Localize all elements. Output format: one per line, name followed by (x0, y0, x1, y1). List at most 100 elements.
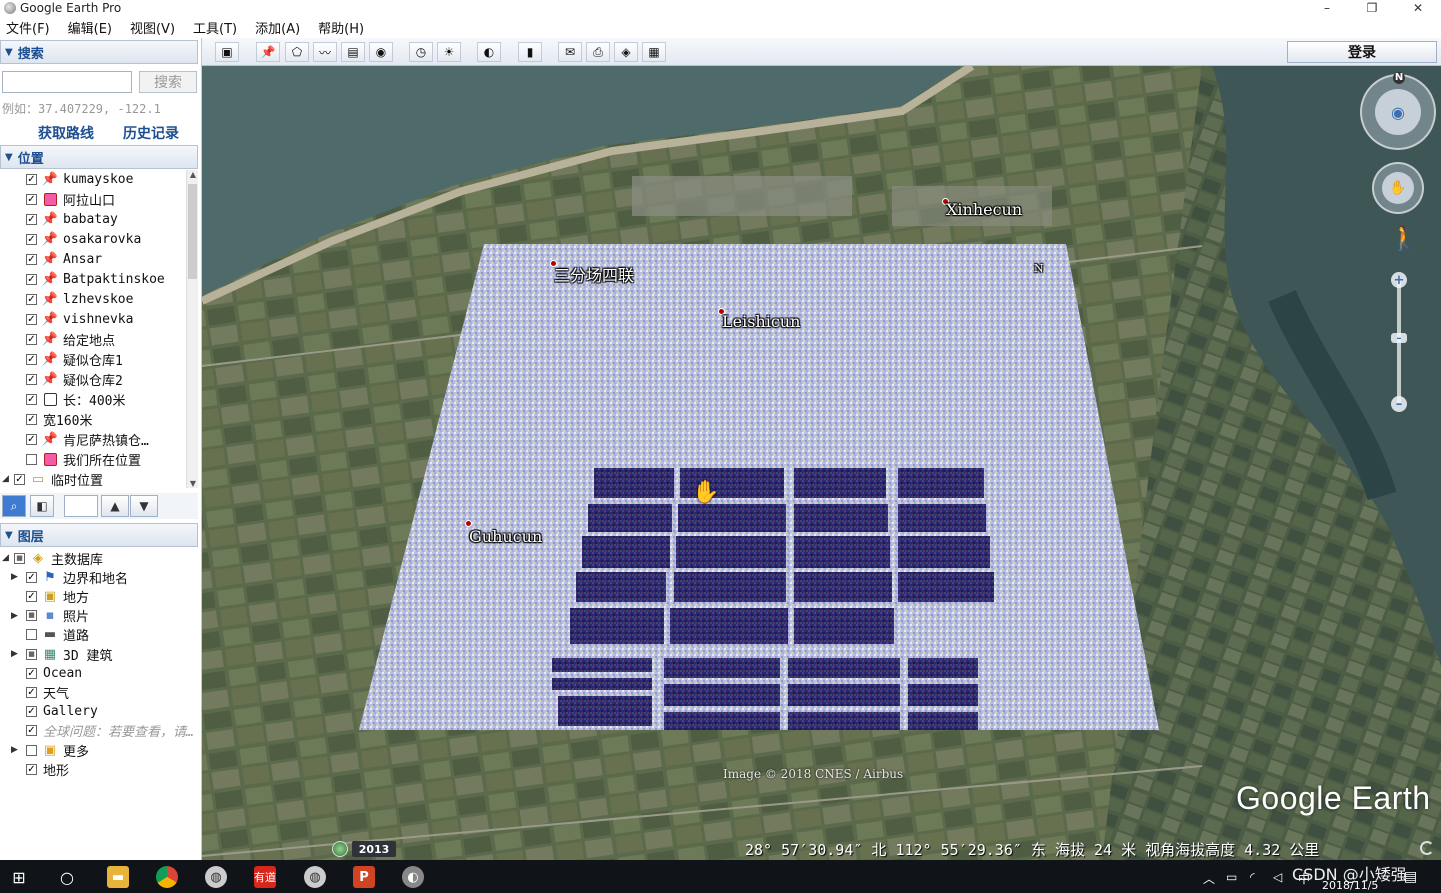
layers-list-item[interactable]: ▬ 道路 (26, 625, 89, 645)
visibility-checkbox[interactable]: ✓ (26, 763, 37, 775)
visibility-checkbox[interactable]: ✓ (26, 393, 37, 405)
places-filter-input[interactable] (64, 495, 98, 517)
historical-imagery-icon[interactable]: ◷ (409, 42, 433, 62)
tray-arrow-icon[interactable]: ︿ (1203, 870, 1215, 887)
street-view-pegman-icon[interactable]: 🚶 (1389, 224, 1419, 252)
placemark-dot[interactable] (465, 520, 472, 527)
visibility-checkbox[interactable]: ✓ (26, 686, 37, 698)
layers-list-item[interactable]: ◢ ■ ◈ 主数据库 (2, 548, 103, 568)
print-icon[interactable]: ⎙ (586, 42, 610, 62)
youdao-icon[interactable]: 有道 (254, 866, 276, 888)
visibility-checkbox[interactable]: ✓ (26, 333, 37, 345)
places-list-item[interactable]: ✓ 宽160米 (26, 409, 92, 429)
sidebar-toggle-icon[interactable]: ◧ (30, 495, 54, 517)
layers-list-item[interactable]: ✓ Ocean (26, 663, 82, 683)
visibility-checkbox[interactable]: ✓ (26, 373, 37, 385)
map-view[interactable]: Xinhecun 三分场四联 Leishicun Guhucun N ✋ Ima… (202, 66, 1441, 860)
places-list-item[interactable]: 我们所在位置 (26, 449, 141, 469)
compass-north-icon[interactable]: N (1393, 72, 1405, 84)
places-list-item[interactable]: ✓ 📌 lzhevskoe (26, 289, 133, 309)
visibility-checkbox[interactable] (26, 453, 37, 465)
layers-list-item[interactable]: ▶ ■ ▦ 3D 建筑 (11, 644, 112, 664)
google-earth-taskbar-icon[interactable]: ◍ (205, 866, 227, 888)
visibility-checkbox[interactable] (26, 744, 37, 756)
search-button[interactable]: 搜索 (139, 71, 197, 93)
expand-triangle-icon[interactable]: ▶ (11, 611, 18, 621)
visibility-checkbox[interactable]: ✓ (26, 233, 37, 245)
visibility-checkbox[interactable]: ✓ (26, 193, 37, 205)
wifi-icon[interactable]: ◜ (1250, 870, 1255, 884)
label-guhucun[interactable]: Guhucun (469, 527, 542, 546)
places-list-item[interactable]: ✓ 阿拉山口 (26, 189, 115, 209)
places-list-item[interactable]: ◢ ✓ ▭ 临时位置 (2, 469, 103, 489)
visibility-checkbox[interactable]: ✓ (26, 313, 37, 325)
menu-tools[interactable]: 工具(T) (193, 18, 237, 37)
visibility-checkbox[interactable]: ■ (14, 552, 25, 564)
image-overlay-icon[interactable]: ▤ (341, 42, 365, 62)
move-joystick-icon[interactable]: ✋ (1382, 172, 1414, 204)
visibility-checkbox[interactable]: ■ (26, 610, 37, 622)
layers-panel-header[interactable]: ▼ 图层 (0, 523, 198, 547)
visibility-checkbox[interactable]: ✓ (26, 253, 37, 265)
places-list-item[interactable]: ✓ 📌 babatay (26, 209, 118, 229)
visibility-checkbox[interactable]: ✓ (26, 173, 37, 185)
places-panel-header[interactable]: ▼ 位置 (0, 145, 198, 169)
menu-help[interactable]: 帮助(H) (318, 18, 364, 37)
record-tour-icon[interactable]: ◉ (369, 42, 393, 62)
minimize-button[interactable]: – (1304, 0, 1350, 16)
layers-list-item[interactable]: ▶ ▣ 更多 (11, 740, 89, 760)
layers-list-item[interactable]: ✓ ▣ 地方 (26, 586, 89, 606)
places-list-item[interactable]: ✓ 📌 Batpaktinskoe (26, 269, 165, 289)
expand-triangle-icon[interactable]: ▶ (11, 572, 18, 582)
placemark-icon[interactable]: 📌 (256, 42, 280, 62)
sidebar-icon[interactable]: ▣ (215, 42, 239, 62)
volume-icon[interactable]: ◁ (1273, 870, 1282, 884)
visibility-checkbox[interactable]: ✓ (26, 273, 37, 285)
scroll-down-icon[interactable]: ▼ (187, 479, 199, 488)
menu-edit[interactable]: 编辑(E) (68, 18, 112, 37)
path-icon[interactable]: 〰 (313, 42, 337, 62)
places-list-item[interactable]: ✓ 📌 Ansar (26, 249, 102, 269)
places-list-item[interactable]: ✓ 📌 vishnevka (26, 309, 133, 329)
historical-imagery-clock-icon[interactable] (332, 841, 348, 857)
layers-list-item[interactable]: ✓ 地形 (26, 759, 69, 779)
move-up-icon[interactable]: ▲ (101, 495, 129, 517)
layers-list-item[interactable]: ▶ ✓ ⚑ 边界和地名 (11, 567, 128, 587)
login-button[interactable]: 登录 (1287, 41, 1437, 63)
menu-add[interactable]: 添加(A) (255, 18, 300, 37)
visibility-checkbox[interactable]: ✓ (26, 433, 37, 445)
look-joystick-icon[interactable]: ◉ (1375, 89, 1421, 135)
places-list-item[interactable]: ✓ 📌 肯尼萨热镇仓… (26, 429, 149, 449)
google-earth-pro-taskbar-icon[interactable]: ◍ (304, 866, 326, 888)
layers-list-item[interactable]: ▶ ■ ▪ 照片 (11, 606, 89, 626)
planets-icon[interactable]: ◐ (477, 42, 501, 62)
visibility-checkbox[interactable]: ✓ (26, 293, 37, 305)
visibility-checkbox[interactable]: ✓ (26, 706, 37, 718)
visibility-checkbox[interactable]: ✓ (26, 213, 37, 225)
visibility-checkbox[interactable]: ■ (26, 648, 37, 660)
places-list-item[interactable]: ✓ 长：400米 (26, 389, 125, 409)
powerpoint-icon[interactable]: P (353, 866, 375, 888)
zoom-in-icon[interactable]: + (1391, 272, 1407, 288)
places-list-item[interactable]: ✓ 📌 kumayskoe (26, 170, 133, 189)
label-leishicun[interactable]: Leishicun (722, 312, 800, 331)
expand-triangle-icon[interactable]: ◢ (2, 474, 9, 484)
visibility-checkbox[interactable]: ✓ (26, 725, 37, 737)
visibility-checkbox[interactable]: ✓ (26, 667, 37, 679)
save-image-icon[interactable]: ▦ (642, 42, 666, 62)
windows-start-icon[interactable]: ⊞ (8, 866, 30, 888)
zoom-out-icon[interactable]: – (1391, 396, 1407, 412)
email-icon[interactable]: ✉ (558, 42, 582, 62)
expand-triangle-icon[interactable]: ▶ (11, 649, 18, 659)
active-app-icon[interactable]: ◐ (402, 866, 424, 888)
view-in-maps-icon[interactable]: ◈ (614, 42, 638, 62)
places-scrollbar[interactable]: ▲ ▼ (186, 170, 198, 488)
visibility-checkbox[interactable]: ✓ (26, 590, 37, 602)
chrome-icon[interactable] (156, 866, 178, 888)
close-button[interactable]: ✕ (1395, 0, 1441, 16)
menu-view[interactable]: 视图(V) (130, 18, 175, 37)
places-list-item[interactable]: ✓ 📌 给定地点 (26, 329, 115, 349)
visibility-checkbox[interactable]: ✓ (14, 473, 25, 485)
file-explorer-icon[interactable]: ▬ (107, 866, 129, 888)
search-input[interactable] (2, 71, 132, 93)
